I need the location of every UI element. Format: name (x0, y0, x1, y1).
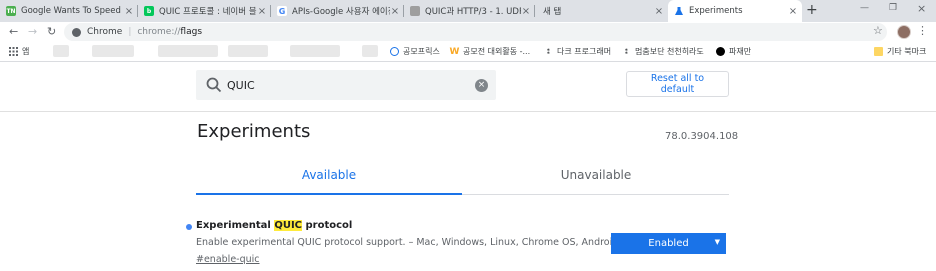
experiment-title-prefix: Experimental (196, 220, 275, 231)
flask-icon (674, 6, 684, 16)
google-icon: G (277, 6, 287, 16)
bookmarks-bar: 앱 공모프릭스 W 공모전 대외활동 -... ⁑ 다크 프로그래머 ⁑ 멈춤보… (0, 42, 936, 62)
experiment-title: Experimental QUIC protocol (196, 220, 352, 231)
globe-icon (390, 47, 399, 56)
menu-icon[interactable]: ⋮ (917, 24, 928, 37)
window-close-icon[interactable]: × (917, 2, 926, 15)
address-bar[interactable]: Chrome | chrome://flags (64, 23, 887, 41)
dropdown-caret-icon: ▼ (714, 238, 720, 246)
tab-strip: TN Google Wants To Speed Up × b QUIC 프로토… (0, 0, 936, 22)
chip-divider: | (128, 27, 132, 37)
new-tab-button[interactable]: + (806, 2, 818, 18)
active-tab-indicator (196, 193, 462, 195)
close-icon[interactable]: × (654, 6, 664, 17)
bookmark-label: 공모프릭스 (403, 47, 440, 56)
browser-tab[interactable]: b QUIC 프로토콜 : 네이버 블로 × (138, 0, 271, 22)
version-label: 78.0.3904.108 (665, 131, 739, 142)
close-icon[interactable]: × (257, 6, 267, 17)
tnw-icon: TN (6, 6, 16, 16)
tistory-icon: ⁑ (624, 47, 629, 56)
tab-available[interactable]: Available (196, 157, 462, 193)
tab-title: 새 탭 (543, 7, 562, 17)
apps-shortcut[interactable]: 앱 (9, 46, 29, 57)
search-highlight: QUIC (274, 220, 303, 231)
circle-icon (716, 47, 725, 56)
browser-tab[interactable]: TN Google Wants To Speed Up × (0, 0, 138, 22)
experiment-state-select[interactable]: Enabled ▼ (611, 233, 726, 254)
browser-toolbar: ← → ↻ Chrome | chrome://flags (0, 22, 936, 42)
flags-search-box: × (196, 70, 496, 100)
experiment-title-suffix: protocol (302, 220, 353, 231)
clear-search-icon[interactable]: × (475, 78, 488, 92)
close-icon[interactable]: × (124, 6, 134, 17)
page-title: Experiments (197, 121, 311, 142)
search-icon (206, 77, 222, 93)
browser-tab[interactable]: G APIs-Google 사용자 에이전 × (271, 0, 404, 22)
blurred-bookmark[interactable] (290, 45, 340, 57)
other-bookmarks[interactable]: 기타 북마크 (874, 46, 926, 57)
search-input[interactable] (227, 78, 475, 92)
back-icon[interactable]: ← (9, 25, 18, 38)
blurred-bookmark[interactable] (92, 45, 134, 57)
folder-icon (874, 47, 883, 56)
avatar[interactable] (897, 25, 911, 39)
experiment-permalink[interactable]: #enable-quic (196, 254, 260, 265)
bookmark-label: 공모전 대외활동 -... (463, 47, 531, 56)
close-icon[interactable]: × (521, 6, 531, 17)
scheme-chip: Chrome (87, 27, 123, 37)
blog-icon (410, 6, 420, 16)
header-divider (0, 111, 936, 112)
select-value: Enabled (648, 238, 689, 249)
apps-grid-icon (9, 47, 18, 56)
close-icon[interactable]: × (788, 6, 798, 17)
bookmark-label: 다크 프로그래머 (557, 47, 612, 56)
bookmark-star-icon[interactable]: ☆ (873, 24, 883, 37)
minimize-icon[interactable]: — (860, 3, 869, 13)
apps-label: 앱 (22, 47, 30, 56)
tab-title: QUIC 프로토콜 : 네이버 블로 (159, 7, 257, 17)
tab-unavailable[interactable]: Unavailable (463, 157, 729, 193)
tab-title: Experiments (689, 6, 743, 16)
url-host: chrome:// (137, 27, 181, 37)
bookmark-item[interactable]: W 공모전 대외활동 -... (449, 46, 531, 57)
bookmark-item[interactable]: ⁑ 멈춤보단 천천히라도 (622, 46, 704, 57)
browser-tab-active[interactable]: Experiments × (668, 0, 802, 22)
w-icon: W (449, 46, 460, 57)
url-path: flags (180, 27, 203, 37)
bookmark-label: 멈춤보단 천천히라도 (635, 47, 704, 56)
blurred-bookmark[interactable] (158, 45, 218, 57)
bookmark-item[interactable]: 공모프릭스 (390, 46, 440, 57)
blurred-bookmark[interactable] (53, 45, 69, 57)
tab-title: APIs-Google 사용자 에이전 (292, 7, 390, 17)
tab-title: QUIC과 HTTP/3 - 1. UDP기 (425, 7, 521, 17)
close-icon[interactable]: × (390, 6, 400, 17)
restore-icon[interactable]: ❐ (889, 3, 897, 13)
modified-indicator-dot (186, 224, 192, 230)
bookmark-item[interactable]: ⁑ 다크 프로그래머 (544, 46, 611, 57)
forward-icon[interactable]: → (28, 25, 37, 38)
blurred-bookmark[interactable] (362, 45, 378, 57)
browser-tab[interactable]: 새 탭 × (535, 0, 668, 22)
bookmark-item[interactable]: 파재만 (716, 46, 751, 57)
bookmark-label: 파재만 (729, 47, 752, 56)
flags-tabs: Available Unavailable (196, 157, 729, 195)
site-info-icon[interactable] (72, 27, 81, 37)
naver-blog-icon: b (144, 6, 154, 16)
blurred-bookmark[interactable] (228, 45, 268, 57)
tistory-icon: ⁑ (546, 47, 551, 56)
reset-all-button[interactable]: Reset all to default (626, 71, 729, 97)
experiment-description: Enable experimental QUIC protocol suppor… (196, 237, 619, 248)
browser-tab[interactable]: QUIC과 HTTP/3 - 1. UDP기 × (404, 0, 535, 22)
other-bookmarks-label: 기타 북마크 (887, 47, 927, 56)
tab-title: Google Wants To Speed Up (21, 6, 124, 16)
reload-icon[interactable]: ↻ (47, 25, 56, 38)
